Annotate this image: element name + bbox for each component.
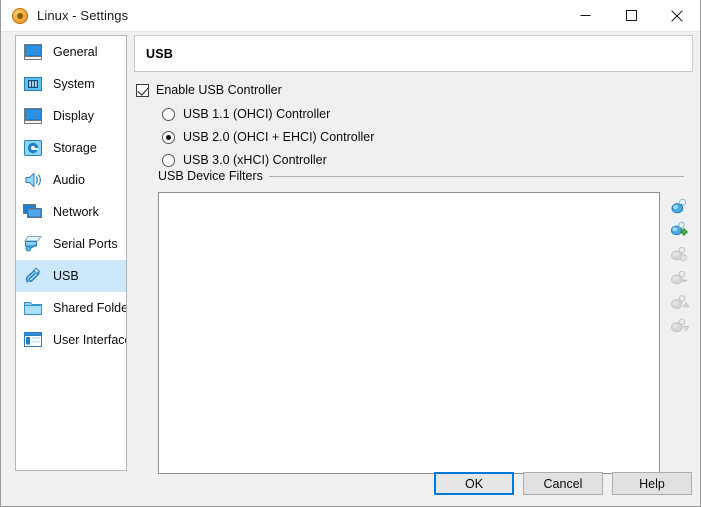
maximize-icon [625,10,637,21]
sidebar-item-display[interactable]: Display [16,100,126,132]
title-bar: Linux - Settings [1,0,700,31]
edit-filter-button [666,242,692,266]
settings-dialog-window: Linux - Settings General System Display … [0,0,701,507]
ok-button[interactable]: OK [434,472,514,495]
help-button[interactable]: Help [612,472,692,495]
filters-body [158,192,692,474]
window-icon [24,332,42,347]
enable-usb-controller-label: Enable USB Controller [156,83,282,97]
monitor-icon [22,41,44,63]
window-controls [562,0,700,31]
usb-plug-plus-icon [669,220,689,240]
settings-pane: USB Enable USB Controller USB 1.1 (OHCI)… [134,35,693,506]
usb-filters-toolbar [666,192,692,338]
add-filter-from-device-button[interactable] [666,218,692,242]
dialog-button-bar: OK Cancel Help [434,472,692,495]
speaker-icon [22,169,44,191]
maximize-button[interactable] [608,0,654,31]
checkbox-box [136,83,149,97]
move-filter-up-button [666,290,692,314]
network-icon [23,204,42,218]
motherboard-icon [22,73,44,95]
radio-usb-1-1[interactable]: USB 1.1 (OHCI) Controller [162,107,330,121]
radio-label: USB 3.0 (xHCI) Controller [183,153,327,167]
move-filter-down-button [666,314,692,338]
radio-indicator [162,153,175,167]
sidebar-item-label: System [53,77,95,91]
sidebar-item-label: Network [53,205,99,219]
sidebar-item-storage[interactable]: Storage [16,132,126,164]
usb-icon [25,267,41,283]
usb-plug-down-icon [669,316,689,336]
enable-usb-controller-checkbox[interactable]: Enable USB Controller [136,83,282,97]
usb-plug-remove-icon [669,268,689,288]
sidebar-item-label: Audio [53,173,85,187]
sidebar-item-user-interface[interactable]: User Interface [16,324,126,356]
sidebar-item-serial-ports[interactable]: Serial Ports [16,228,126,260]
sidebar-item-label: USB [53,269,79,283]
sidebar-item-label: Storage [53,141,97,155]
page-title: USB [146,46,173,61]
vbox-settings-icon [12,7,28,24]
radio-indicator [162,107,175,121]
harddisk-icon [22,137,44,159]
radio-indicator [162,130,175,144]
remove-filter-button [666,266,692,290]
minimize-icon [580,10,591,21]
usb-plug-edit-icon [669,244,689,264]
close-button[interactable] [654,0,700,31]
sidebar-item-label: General [53,45,98,59]
add-empty-filter-button[interactable] [666,194,692,218]
close-icon [671,9,683,22]
serial-port-icon [24,236,43,252]
sidebar-item-audio[interactable]: Audio [16,164,126,196]
usb-device-filters-group: USB Device Filters [158,169,692,474]
group-separator [268,175,684,177]
sidebar-item-shared-folders[interactable]: Shared Folders [16,292,126,324]
minimize-button[interactable] [562,0,608,31]
radio-label: USB 2.0 (OHCI + EHCI) Controller [183,130,375,144]
settings-category-list[interactable]: General System Display Storage Audio Net… [15,35,127,471]
sidebar-item-label: User Interface [53,333,127,347]
sidebar-item-label: Serial Ports [53,237,118,251]
usb-device-filters-label: USB Device Filters [158,169,263,183]
sidebar-item-system[interactable]: System [16,68,126,100]
display-icon [22,105,44,127]
dialog-body: General System Display Storage Audio Net… [1,32,700,506]
sidebar-item-general[interactable]: General [16,36,126,68]
page-header: USB [134,35,693,72]
radio-usb-3-0[interactable]: USB 3.0 (xHCI) Controller [162,153,327,167]
cancel-button[interactable]: Cancel [523,472,603,495]
window-title: Linux - Settings [37,8,129,23]
radio-usb-2-0[interactable]: USB 2.0 (OHCI + EHCI) Controller [162,130,374,144]
sidebar-item-usb[interactable]: USB [16,260,126,292]
sidebar-item-network[interactable]: Network [16,196,126,228]
usb-plug-up-icon [669,292,689,312]
sidebar-item-label: Shared Folders [53,301,127,315]
group-legend-row: USB Device Filters [158,169,692,183]
radio-label: USB 1.1 (OHCI) Controller [183,107,331,121]
usb-plug-icon [669,196,689,216]
sidebar-item-label: Display [53,109,94,123]
folder-icon [24,302,42,315]
usb-device-filters-list[interactable] [158,192,660,474]
